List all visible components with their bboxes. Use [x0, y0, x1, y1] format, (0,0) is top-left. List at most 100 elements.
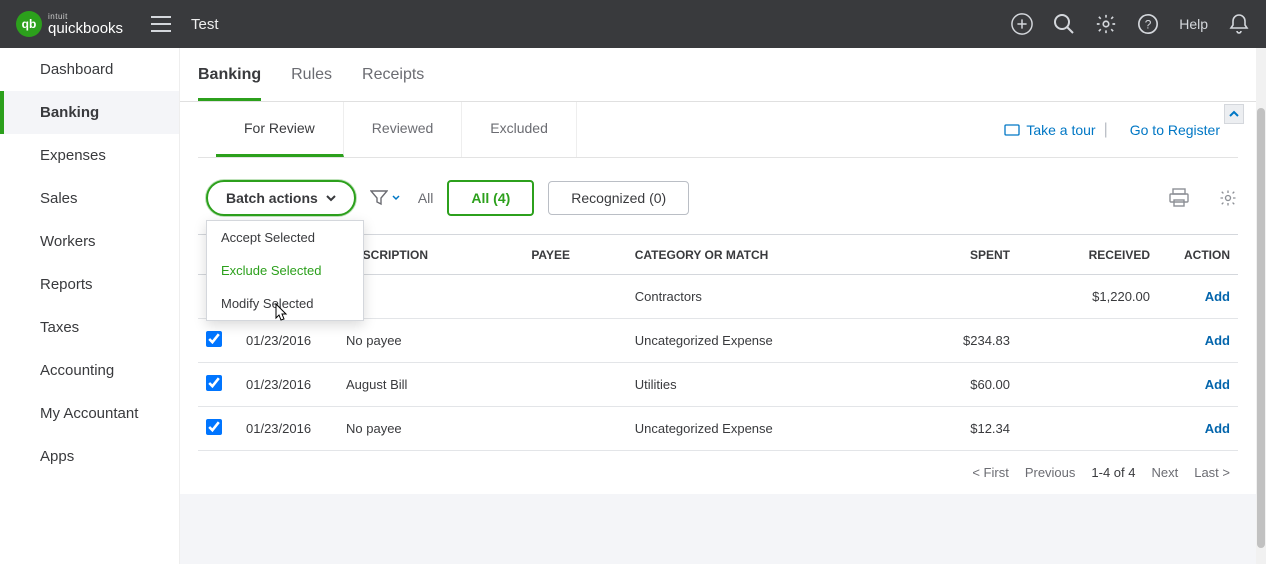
svg-text:?: ?	[1145, 18, 1152, 32]
add-icon[interactable]	[1011, 13, 1033, 35]
cell-payee	[523, 407, 626, 451]
pill-all[interactable]: All (4)	[447, 180, 534, 216]
cell-spent: $234.83	[918, 319, 1018, 363]
filter-icon[interactable]	[370, 190, 400, 206]
add-link[interactable]: Add	[1205, 377, 1230, 392]
cell-payee	[523, 275, 626, 319]
sidebar-item-banking[interactable]: Banking	[0, 91, 179, 134]
batch-actions-button[interactable]: Batch actions	[206, 180, 356, 216]
add-link[interactable]: Add	[1205, 289, 1230, 304]
sidebar-item-accounting[interactable]: Accounting	[0, 349, 179, 392]
main-content: Banking Rules Receipts For Review Review…	[180, 48, 1256, 564]
gear-icon[interactable]	[1095, 13, 1117, 35]
cell-description: August Bill	[338, 363, 523, 407]
app-header: intuit quickbooks Test ? Help	[0, 0, 1266, 48]
cell-received	[1018, 319, 1158, 363]
tab-reviewed[interactable]: Reviewed	[344, 102, 462, 157]
sidebar-item-dashboard[interactable]: Dashboard	[0, 48, 179, 91]
cell-date: 01/23/2016	[238, 407, 338, 451]
left-sidebar: Dashboard Banking Expenses Sales Workers…	[0, 48, 180, 564]
table-row[interactable]: 01/23/2016 No payee Uncategorized Expens…	[198, 319, 1238, 363]
print-icon[interactable]	[1168, 188, 1190, 208]
cell-category: Uncategorized Expense	[627, 319, 918, 363]
page-next[interactable]: Next	[1151, 465, 1178, 480]
cell-category: Utilities	[627, 363, 918, 407]
tab-banking[interactable]: Banking	[198, 66, 261, 101]
batch-actions-menu: Accept Selected Exclude Selected Modify …	[206, 220, 364, 321]
table-settings-icon[interactable]	[1218, 188, 1238, 208]
chevron-down-icon	[392, 195, 400, 201]
take-a-tour-link[interactable]: Take a tour	[1004, 122, 1095, 138]
chevron-down-icon	[326, 194, 336, 202]
sidebar-item-apps[interactable]: Apps	[0, 435, 179, 478]
cell-spent	[918, 275, 1018, 319]
cell-date: 01/23/2016	[238, 319, 338, 363]
cell-spent: $60.00	[918, 363, 1018, 407]
cell-description: No payee	[338, 319, 523, 363]
row-checkbox[interactable]	[206, 375, 222, 391]
menu-modify-selected[interactable]: Modify Selected	[207, 287, 363, 320]
menu-accept-selected[interactable]: Accept Selected	[207, 221, 363, 254]
tour-icon	[1004, 122, 1020, 138]
sidebar-item-sales[interactable]: Sales	[0, 177, 179, 220]
th-received[interactable]: RECEIVED	[1018, 235, 1158, 275]
page-prev[interactable]: Previous	[1025, 465, 1076, 480]
cell-spent: $12.34	[918, 407, 1018, 451]
brand-name: quickbooks	[48, 21, 123, 36]
th-action: ACTION	[1158, 235, 1238, 275]
row-checkbox[interactable]	[206, 419, 222, 435]
cell-payee	[523, 319, 626, 363]
menu-exclude-selected[interactable]: Exclude Selected	[207, 254, 363, 287]
cell-date: 01/23/2016	[238, 363, 338, 407]
page-last[interactable]: Last >	[1194, 465, 1230, 480]
help-label[interactable]: Help	[1179, 16, 1208, 32]
th-category[interactable]: CATEGORY OR MATCH	[627, 235, 918, 275]
tab-rules[interactable]: Rules	[291, 66, 332, 101]
filter-all-label: All	[418, 190, 434, 206]
cell-received: $1,220.00	[1018, 275, 1158, 319]
scrollbar-thumb[interactable]	[1257, 108, 1265, 548]
company-name[interactable]: Test	[191, 16, 219, 33]
take-a-tour-label: Take a tour	[1026, 122, 1095, 138]
tab-for-review[interactable]: For Review	[216, 102, 344, 157]
search-icon[interactable]	[1053, 13, 1075, 35]
cell-description: ll	[338, 275, 523, 319]
cell-payee	[523, 363, 626, 407]
pagination: < First Previous 1-4 of 4 Next Last >	[180, 451, 1256, 494]
tab-receipts[interactable]: Receipts	[362, 66, 424, 101]
cell-received	[1018, 407, 1158, 451]
add-link[interactable]: Add	[1205, 333, 1230, 348]
page-first[interactable]: < First	[972, 465, 1008, 480]
cell-category: Uncategorized Expense	[627, 407, 918, 451]
table-row[interactable]: 01/23/2016 No payee Uncategorized Expens…	[198, 407, 1238, 451]
cell-category: Contractors	[627, 275, 918, 319]
row-checkbox[interactable]	[206, 331, 222, 347]
th-spent[interactable]: SPENT	[918, 235, 1018, 275]
cell-description: No payee	[338, 407, 523, 451]
collapse-panel-icon[interactable]	[1224, 104, 1244, 124]
divider: |	[1104, 121, 1108, 139]
sidebar-item-my-accountant[interactable]: My Accountant	[0, 392, 179, 435]
go-to-register-link[interactable]: Go to Register	[1130, 122, 1220, 138]
pill-recognized[interactable]: Recognized (0)	[548, 181, 689, 215]
add-link[interactable]: Add	[1205, 421, 1230, 436]
sidebar-item-taxes[interactable]: Taxes	[0, 306, 179, 349]
filter-row: Batch actions All All (4) Recognized (0)…	[180, 158, 1256, 234]
sidebar-item-workers[interactable]: Workers	[0, 220, 179, 263]
bell-icon[interactable]	[1228, 13, 1250, 35]
th-description[interactable]: DESCRIPTION	[338, 235, 523, 275]
table-row[interactable]: 01/23/2016 August Bill Utilities $60.00 …	[198, 363, 1238, 407]
brand-logo: intuit quickbooks	[16, 11, 123, 37]
tab-excluded[interactable]: Excluded	[462, 102, 577, 157]
batch-actions-label: Batch actions	[226, 190, 318, 206]
sidebar-item-reports[interactable]: Reports	[0, 263, 179, 306]
scrollbar[interactable]	[1256, 48, 1266, 564]
review-tabs-row: For Review Reviewed Excluded Take a tour…	[198, 102, 1238, 158]
cell-received	[1018, 363, 1158, 407]
th-payee[interactable]: PAYEE	[523, 235, 626, 275]
qb-logo-circle	[16, 11, 42, 37]
menu-toggle-icon[interactable]	[151, 16, 171, 32]
sidebar-item-expenses[interactable]: Expenses	[0, 134, 179, 177]
page-range: 1-4 of 4	[1091, 465, 1135, 480]
help-icon[interactable]: ?	[1137, 13, 1159, 35]
